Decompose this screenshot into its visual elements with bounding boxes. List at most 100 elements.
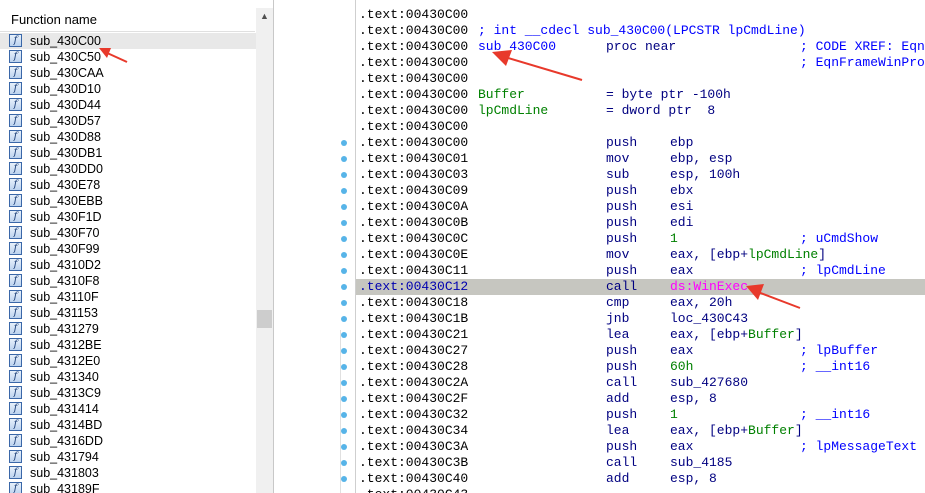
instruction-mnemonic: push xyxy=(606,439,638,454)
function-list-item[interactable]: f sub_4312BE xyxy=(0,337,256,353)
function-list-item[interactable]: f sub_430DD0 xyxy=(0,161,256,177)
function-list-item[interactable]: f sub_430F70 xyxy=(0,225,256,241)
operand-part: ] xyxy=(794,327,803,342)
disassembly-line[interactable]: .text:00430C01 mov ebp, esp xyxy=(356,151,925,167)
disassembly-line[interactable]: .text:00430C0B push edi xyxy=(356,215,925,231)
disassembly-line[interactable]: .text:00430C40 add esp, 8 xyxy=(356,471,925,487)
disassembly-line[interactable]: .text:00430C0C push 1 ; uCmdShow xyxy=(356,231,925,247)
function-list-item[interactable]: f sub_4313C9 xyxy=(0,385,256,401)
disassembly-line[interactable]: .text:00430C00 push ebp xyxy=(356,135,925,151)
function-icon: f xyxy=(9,162,22,175)
function-list-item[interactable]: f sub_431279 xyxy=(0,321,256,337)
operand-part: esp, 100h xyxy=(670,167,741,182)
disassembly-line[interactable]: .text:00430C32 push 1 ; __int16 xyxy=(356,407,925,423)
column-header-label: Function name xyxy=(11,12,97,27)
function-list-item[interactable]: f sub_430C00 xyxy=(0,33,256,49)
function-list-item[interactable]: f sub_4310F8 xyxy=(0,273,256,289)
function-icon: f xyxy=(9,322,22,335)
function-name: sub_4316DD xyxy=(30,434,103,448)
function-icon: f xyxy=(9,194,22,207)
function-list-item[interactable]: f sub_431794 xyxy=(0,449,256,465)
disassembly-line[interactable]: .text:00430C43 xyxy=(356,487,925,493)
function-list-item[interactable]: f sub_430CAA xyxy=(0,65,256,81)
instruction-operands: ebp xyxy=(670,135,693,151)
function-list-item[interactable]: f sub_430EBB xyxy=(0,193,256,209)
line-address: .text:00430C3B xyxy=(359,455,469,470)
operand-part: edi xyxy=(670,215,694,230)
function-list-scrollbar[interactable]: ▲ xyxy=(256,8,273,493)
line-comment: ; uCmdShow xyxy=(800,231,879,246)
function-list-item[interactable]: f sub_430D44 xyxy=(0,97,256,113)
disassembly-line[interactable]: .text:00430C00 xyxy=(356,71,925,87)
instruction-operands: 1 xyxy=(670,407,678,423)
flow-dot xyxy=(341,236,347,242)
operand-part: eax, [ebp+ xyxy=(670,423,749,438)
operand-part: ] xyxy=(818,247,827,262)
disassembly-line[interactable]: .text:00430C1B jnb loc_430C43 xyxy=(356,311,925,327)
disassembly-line[interactable]: .text:00430C00 lpCmdLine = dword ptr 8 xyxy=(356,103,925,119)
disassembly-line[interactable]: .text:00430C28 push 60h ; __int16 xyxy=(356,359,925,375)
function-list-item[interactable]: f sub_430F1D xyxy=(0,209,256,225)
function-list-item[interactable]: f sub_430F99 xyxy=(0,241,256,257)
disassembly-line[interactable]: .text:00430C34 lea eax, [ebp+Buffer] xyxy=(356,423,925,439)
disassembly-line[interactable]: .text:00430C0A push esi xyxy=(356,199,925,215)
instruction-operands: edi xyxy=(670,215,693,231)
function-list-item[interactable]: f sub_430D57 xyxy=(0,113,256,129)
scrollbar-thumb[interactable] xyxy=(257,310,272,328)
operand-part: Buffer xyxy=(748,423,795,438)
function-name: sub_430C50 xyxy=(30,50,101,64)
operand-part: 60h xyxy=(670,359,694,374)
function-list-item[interactable]: f sub_43110F xyxy=(0,289,256,305)
function-list-item[interactable]: f sub_431153 xyxy=(0,305,256,321)
disassembly-line[interactable]: .text:00430C00 ; int __cdecl sub_430C00(L… xyxy=(356,23,925,39)
function-list-item[interactable]: f sub_431803 xyxy=(0,465,256,481)
function-name-column-header[interactable]: Function name xyxy=(0,8,255,32)
line-address: .text:00430C03 xyxy=(359,167,469,182)
function-list-item[interactable]: f sub_431414 xyxy=(0,401,256,417)
disassembly-view[interactable]: .text:00430C00 .text:00430C00; int __cdec… xyxy=(355,0,925,493)
function-list-item[interactable]: f sub_430E78 xyxy=(0,177,256,193)
disassembly-line[interactable]: .text:00430C12 call ds:WinExec xyxy=(356,279,925,295)
function-name: sub_430DB1 xyxy=(30,146,103,160)
disassembly-line[interactable]: .text:00430C03 sub esp, 100h xyxy=(356,167,925,183)
function-list-item[interactable]: f sub_430DB1 xyxy=(0,145,256,161)
disassembly-line[interactable]: .text:00430C00 sub_430C00 proc near ; CODE … xyxy=(356,39,925,55)
operand-part: esp, 8 xyxy=(670,471,717,486)
disassembly-line[interactable]: .text:00430C2F add esp, 8 xyxy=(356,391,925,407)
disassembly-line[interactable]: .text:00430C18 cmp eax, 20h xyxy=(356,295,925,311)
disassembly-line[interactable]: .text:00430C3A push eax ; lpMessageText xyxy=(356,439,925,455)
disassembly-line[interactable]: .text:00430C21 lea eax, [ebp+Buffer] xyxy=(356,327,925,343)
function-list-item[interactable]: f sub_43189F xyxy=(0,481,256,493)
api-reference[interactable]: ds:WinExec xyxy=(670,279,748,294)
instruction-mnemonic: sub xyxy=(606,167,630,182)
disassembly-line[interactable]: .text:00430C00 xyxy=(356,119,925,135)
function-name: sub_430F70 xyxy=(30,226,100,240)
function-list-item[interactable]: f sub_4314BD xyxy=(0,417,256,433)
function-list-item[interactable]: f sub_431340 xyxy=(0,369,256,385)
disassembly-line[interactable]: .text:00430C2A call sub_427680 xyxy=(356,375,925,391)
function-icon: f xyxy=(9,402,22,415)
operand-part: eax xyxy=(670,343,694,358)
disassembly-line[interactable]: .text:00430C09 push ebx xyxy=(356,183,925,199)
disassembly-line[interactable]: .text:00430C00 ; EqnFrameWinProc xyxy=(356,55,925,71)
disassembly-line[interactable]: .text:00430C3B call sub_4185 xyxy=(356,455,925,471)
function-list-item[interactable]: f sub_430D88 xyxy=(0,129,256,145)
disassembly-line[interactable]: .text:00430C00 Buffer = byte ptr -100h xyxy=(356,87,925,103)
scroll-up-arrow-icon[interactable]: ▲ xyxy=(256,8,273,25)
instruction-mnemonic: cmp xyxy=(606,295,630,310)
instruction-mnemonic: push xyxy=(606,343,638,358)
instruction-operands: eax xyxy=(670,439,693,455)
disassembly-line[interactable]: .text:00430C00 xyxy=(356,7,925,23)
function-list-item[interactable]: f sub_4316DD xyxy=(0,433,256,449)
function-list-item[interactable]: f sub_4312E0 xyxy=(0,353,256,369)
function-icon: f xyxy=(9,370,22,383)
disassembly-line[interactable]: .text:00430C0E mov eax, [ebp+lpCmdLine] xyxy=(356,247,925,263)
function-list-item[interactable]: f sub_430C50 xyxy=(0,49,256,65)
disassembly-line[interactable]: .text:00430C27 push eax ; lpBuffer xyxy=(356,343,925,359)
function-list-item[interactable]: f sub_430D10 xyxy=(0,81,256,97)
instruction-operands: ebp, esp xyxy=(670,151,732,167)
operand-part: loc_430C43 xyxy=(670,311,749,326)
function-list-item[interactable]: f sub_4310D2 xyxy=(0,257,256,273)
disassembly-line[interactable]: .text:00430C11 push eax ; lpCmdLine xyxy=(356,263,925,279)
line-address: .text:00430C00 xyxy=(359,103,469,118)
